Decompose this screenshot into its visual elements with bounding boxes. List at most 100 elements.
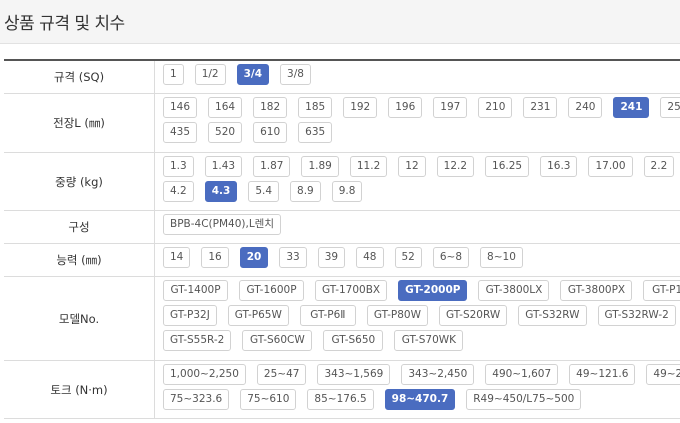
option-line: 1 1/2 3/4 3/8 (163, 64, 680, 89)
option-chip[interactable]: 1.89 (301, 156, 339, 177)
option-line: 1,000~2,250 25~47 343~1,569 343~2,450 490~1,… (163, 364, 680, 389)
spec-row: 전장L (㎜) 146 164 182 185 192 196 197 210 231 240 241… (4, 94, 680, 153)
option-chip[interactable]: 17.00 (588, 156, 633, 177)
option-chip-selected[interactable]: 4.3 (204, 181, 238, 202)
option-chip[interactable]: 182 (253, 97, 288, 118)
option-chip[interactable]: GT-1400P (163, 280, 228, 301)
option-chip[interactable]: 520 (208, 122, 243, 143)
option-chip-selected[interactable]: 241 (613, 97, 650, 118)
option-chip[interactable]: GT-P12 (643, 280, 680, 301)
option-chip[interactable]: 12.2 (436, 156, 475, 177)
section-header: 상품 규격 및 치수 (0, 0, 680, 44)
option-chip[interactable]: 231 (523, 97, 558, 118)
option-chip[interactable]: 4.2 (163, 181, 194, 202)
section-title: 상품 규격 및 치수 (4, 14, 125, 34)
option-chip[interactable]: 1/2 (194, 64, 226, 85)
option-line: 1.3 1.43 1.87 1.89 11.2 12 12.2 16.25 16.3 17.00 2… (163, 156, 680, 181)
option-chip[interactable]: GT-1600P (239, 280, 304, 301)
spec-option-group: GT-1400P GT-1600P GT-1700BX GT-2000P GT-3800… (155, 277, 680, 360)
option-chip[interactable]: 2.2 (643, 156, 675, 177)
option-chip[interactable]: 6~8 (432, 247, 470, 268)
option-chip[interactable]: 8.9 (290, 181, 321, 202)
option-chip[interactable]: 49~259.8 (646, 364, 680, 385)
option-chip[interactable]: 1.3 (163, 156, 194, 177)
option-chip[interactable]: 185 (298, 97, 333, 118)
option-chip[interactable]: 16.25 (485, 156, 530, 177)
option-chip[interactable]: GT-S20RW (438, 305, 508, 326)
option-chip[interactable]: 1 (163, 64, 184, 85)
option-chip[interactable]: GT-S32RW (518, 305, 587, 326)
option-chip[interactable]: GT-S32RW-2 (597, 305, 676, 326)
option-chip[interactable]: 197 (433, 97, 468, 118)
option-chip[interactable]: 12 (398, 156, 426, 177)
option-chip[interactable]: R49~450/L75~500 (466, 389, 582, 410)
spec-option-group: 1.3 1.43 1.87 1.89 11.2 12 12.2 16.25 16.3 17.00 2… (155, 153, 680, 210)
option-chip[interactable]: 192 (343, 97, 378, 118)
option-chip[interactable]: 16 (201, 247, 229, 268)
option-chip[interactable]: 9.8 (331, 181, 363, 202)
option-chip[interactable]: 85~176.5 (307, 389, 374, 410)
spec-row: 능력 (㎜) 14 16 20 33 39 48 52 6~8 8~10 (4, 244, 680, 277)
spec-row-label: 토크 (N·m) (4, 361, 155, 418)
option-chip[interactable]: 240 (568, 97, 603, 118)
option-chip[interactable]: 435 (163, 122, 198, 143)
option-chip[interactable]: GT-1700BX (315, 280, 388, 301)
spec-row-label: 전장L (㎜) (4, 94, 155, 152)
option-chip[interactable]: 610 (253, 122, 288, 143)
option-chip[interactable]: 1.43 (204, 156, 243, 177)
option-chip-selected[interactable]: 98~470.7 (384, 389, 456, 410)
option-chip[interactable]: 164 (208, 97, 243, 118)
option-chip[interactable]: 210 (478, 97, 513, 118)
option-chip[interactable]: GT-P6Ⅱ (299, 305, 356, 326)
option-chip[interactable]: 343~2,450 (401, 364, 475, 385)
option-chip[interactable]: 16.3 (540, 156, 578, 177)
option-chip[interactable]: 14 (163, 247, 191, 268)
option-chip-selected[interactable]: 20 (239, 247, 269, 268)
option-chip[interactable]: 48 (356, 247, 384, 268)
option-chip[interactable]: GT-3800LX (478, 280, 550, 301)
option-chip[interactable]: GT-S55R-2 (163, 330, 232, 351)
option-chip[interactable]: GT-S60CW (242, 330, 313, 351)
spec-table: 규격 (SQ) 1 1/2 3/4 3/8 전장L (㎜) 146 164 182 185 192 1… (4, 59, 680, 419)
spec-row: 규격 (SQ) 1 1/2 3/4 3/8 (4, 61, 680, 94)
option-chip[interactable]: 196 (388, 97, 423, 118)
option-chip-selected[interactable]: GT-2000P (398, 280, 468, 301)
option-chip[interactable]: GT-S70WK (394, 330, 464, 351)
option-chip[interactable]: GT-P32J (163, 305, 217, 326)
option-chip[interactable]: BPB-4C(PM40),L렌치 (163, 214, 281, 235)
spec-row: 토크 (N·m) 1,000~2,250 25~47 343~1,569 343~2,4… (4, 361, 680, 419)
spec-option-group: BPB-4C(PM40),L렌치 (155, 211, 680, 243)
option-chip[interactable]: 3/8 (280, 64, 311, 85)
option-chip[interactable]: 39 (317, 247, 346, 268)
option-chip[interactable]: 343~1,569 (317, 364, 391, 385)
option-chip[interactable]: 1,000~2,250 (163, 364, 246, 385)
spec-row-label: 능력 (㎜) (4, 244, 155, 276)
option-chip[interactable]: GT-P80W (366, 305, 428, 326)
option-chip[interactable]: 635 (298, 122, 333, 143)
option-chip[interactable]: 5.4 (248, 181, 280, 202)
option-chip[interactable]: 52 (394, 247, 422, 268)
option-chip[interactable]: 1.87 (253, 156, 291, 177)
option-chip[interactable]: GT-P65W (227, 305, 289, 326)
spec-row: 구성 BPB-4C(PM40),L렌치 (4, 211, 680, 244)
option-chip[interactable]: 11.2 (349, 156, 388, 177)
option-chip[interactable]: 75~610 (240, 389, 297, 410)
option-chip[interactable]: 490~1,607 (485, 364, 559, 385)
option-chip[interactable]: 75~323.6 (163, 389, 230, 410)
option-chip[interactable]: 33 (279, 247, 307, 268)
option-chip[interactable]: 146 (163, 97, 198, 118)
option-chip[interactable]: 8~10 (480, 247, 523, 268)
option-line: 4.2 4.3 5.4 8.9 9.8 (163, 181, 680, 206)
option-chip[interactable]: GT-S650 (323, 330, 384, 351)
option-chip[interactable]: 255 (660, 97, 680, 118)
option-chip[interactable]: 49~121.6 (569, 364, 636, 385)
spec-option-group: 1 1/2 3/4 3/8 (155, 61, 680, 93)
option-line: 14 16 20 33 39 48 52 6~8 8~10 (163, 247, 680, 272)
option-line: 435 520 610 635 (163, 122, 680, 147)
option-chip[interactable]: GT-3800PX (560, 280, 633, 301)
option-chip-selected[interactable]: 3/4 (236, 64, 270, 85)
option-chip[interactable]: 25~47 (256, 364, 307, 385)
spec-row: 중량 (kg) 1.3 1.43 1.87 1.89 11.2 12 12.2 16.25 16.… (4, 153, 680, 211)
option-line: BPB-4C(PM40),L렌치 (163, 214, 680, 239)
spec-row: 모델No. GT-1400P GT-1600P GT-1700BX GT-2000P GT… (4, 277, 680, 361)
